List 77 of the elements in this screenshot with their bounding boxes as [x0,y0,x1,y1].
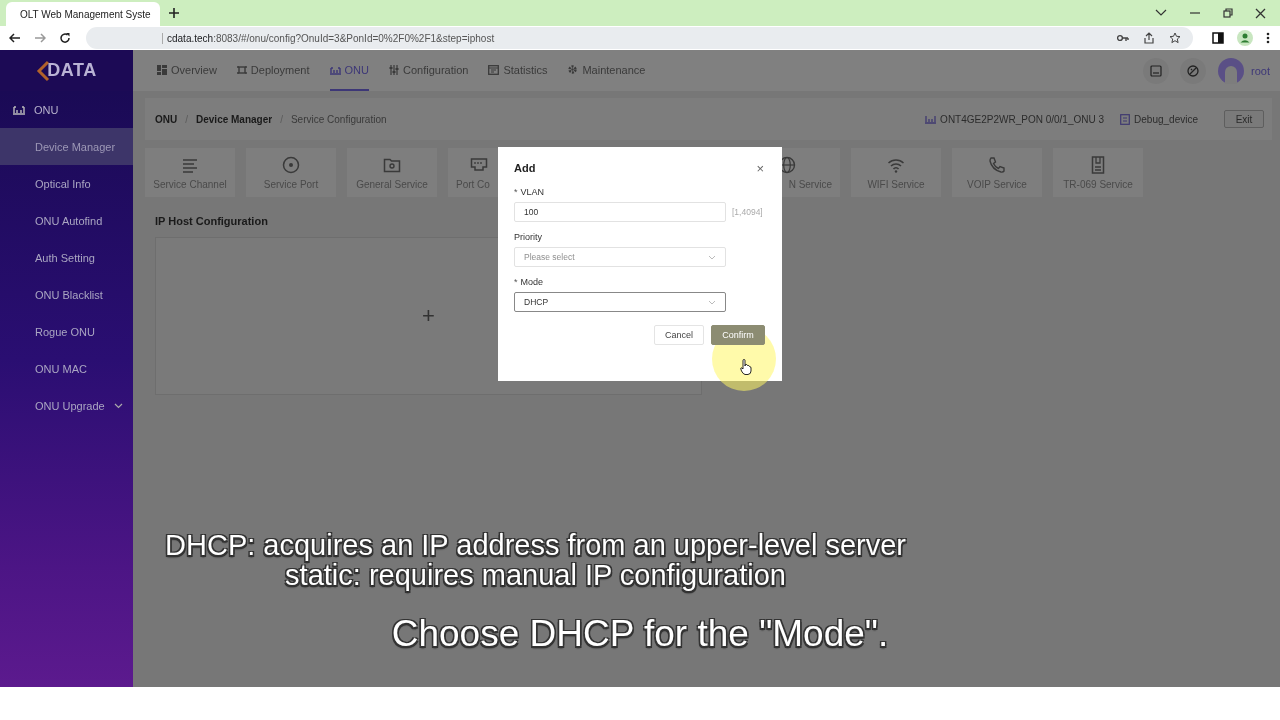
target-icon [282,155,300,174]
save-icon [1150,64,1163,77]
device-name: ONT4GE2P2WR_PON 0/0/1_ONU 3 [940,113,1105,125]
dialog-title: Add [514,162,536,174]
hand-cursor-icon [740,359,752,375]
nav-tab[interactable]: Overview [157,50,217,91]
chevron-down-icon [708,254,716,260]
onu-icon [329,64,341,75]
sidebar-item[interactable]: ONU Autofind [0,202,133,239]
caption-text: DHCP: acquires an IP address from an upper-level server [165,530,906,560]
gauge-button[interactable] [1180,57,1207,84]
range-hint: [1,4094] [732,207,763,217]
section-title: IP Host Configuration [155,215,269,227]
frame-icon [236,64,247,75]
browser-tab[interactable]: OLT Web Management Syste [6,2,160,26]
grid-icon [157,64,167,75]
gear-icon [567,64,579,75]
sidebar-item[interactable]: Device Manager [0,128,133,165]
caption-text: Choose DHCP for the "Mode". [391,614,889,654]
menu-icon[interactable] [1266,32,1270,44]
breadcrumb-item: Service Configuration [290,113,387,125]
document-icon [1120,113,1131,125]
share-icon[interactable] [1143,32,1155,44]
phone-icon [988,155,1006,174]
key-icon[interactable] [1117,34,1129,42]
input-field[interactable]: 100 [514,202,726,222]
star-icon[interactable] [1169,32,1181,44]
onu-icon [13,104,25,115]
sidebar-item[interactable]: ONU MAC [0,350,133,387]
cancel-button[interactable]: Cancel [654,325,704,345]
breadcrumb-separator: / [280,113,283,125]
chevron-down-icon [113,402,123,409]
back-icon[interactable] [9,32,21,44]
field-label: Mode [520,277,544,287]
breadcrumb-separator: / [185,113,188,125]
gauge-icon [1187,64,1200,77]
required-mark: * [514,277,518,287]
select-field[interactable]: DHCP [514,292,726,312]
caption-text: static: requires manual IP configuration [285,560,786,590]
nav-tab[interactable]: Deployment [236,50,310,91]
confirm-button[interactable]: Confirm [711,325,765,345]
forward-icon[interactable] [34,32,46,44]
tab-title: OLT Web Management Syste [20,8,151,20]
device-profile: Debug_device [1134,113,1198,125]
breadcrumb-item[interactable]: Device Manager [196,113,273,125]
sidebar-item[interactable]: Auth Setting [0,239,133,276]
sidebar-item[interactable]: Optical Info [0,165,133,202]
chevron-down-icon[interactable] [1155,9,1167,17]
logo[interactable]: DATA [0,50,133,91]
restore-icon[interactable] [1223,8,1233,18]
breadcrumb-item[interactable]: ONU [155,113,178,125]
nav-tab[interactable]: Maintenance [567,50,646,91]
sidebar-title[interactable]: ONU [34,103,59,116]
device-icon [925,114,937,124]
close-button[interactable]: × [754,160,766,176]
nav-tab[interactable]: Configuration [389,50,469,91]
nav-tab[interactable]: Statistics [488,50,548,91]
exit-button[interactable]: Exit [1224,110,1264,128]
document-icon [1089,155,1107,174]
required-mark: * [514,187,518,197]
minimize-icon[interactable] [1189,12,1201,14]
sidebar-item[interactable]: ONU Upgrade [0,387,133,424]
window-icon [488,64,500,75]
side-panel-icon[interactable] [1212,32,1224,44]
profile-icon[interactable] [1237,30,1253,46]
close-icon[interactable] [1255,7,1266,19]
sliders-icon [389,64,399,75]
reload-icon[interactable] [59,32,71,44]
sidebar-item[interactable]: ONU Blacklist [0,276,133,313]
save-button[interactable] [1143,57,1170,84]
port-icon [470,155,488,174]
sidebar-item[interactable]: Rogue ONU [0,313,133,350]
chevron-down-icon [708,299,716,305]
user-name[interactable]: root [1251,64,1270,77]
address-bar[interactable]: cdata.tech:8083/#/onu/config?OnuId=3&PonId=0%2F0%2F1&step=iphost [86,27,1193,49]
new-tab-icon[interactable] [168,7,180,19]
select-field[interactable]: Please select [514,247,726,267]
